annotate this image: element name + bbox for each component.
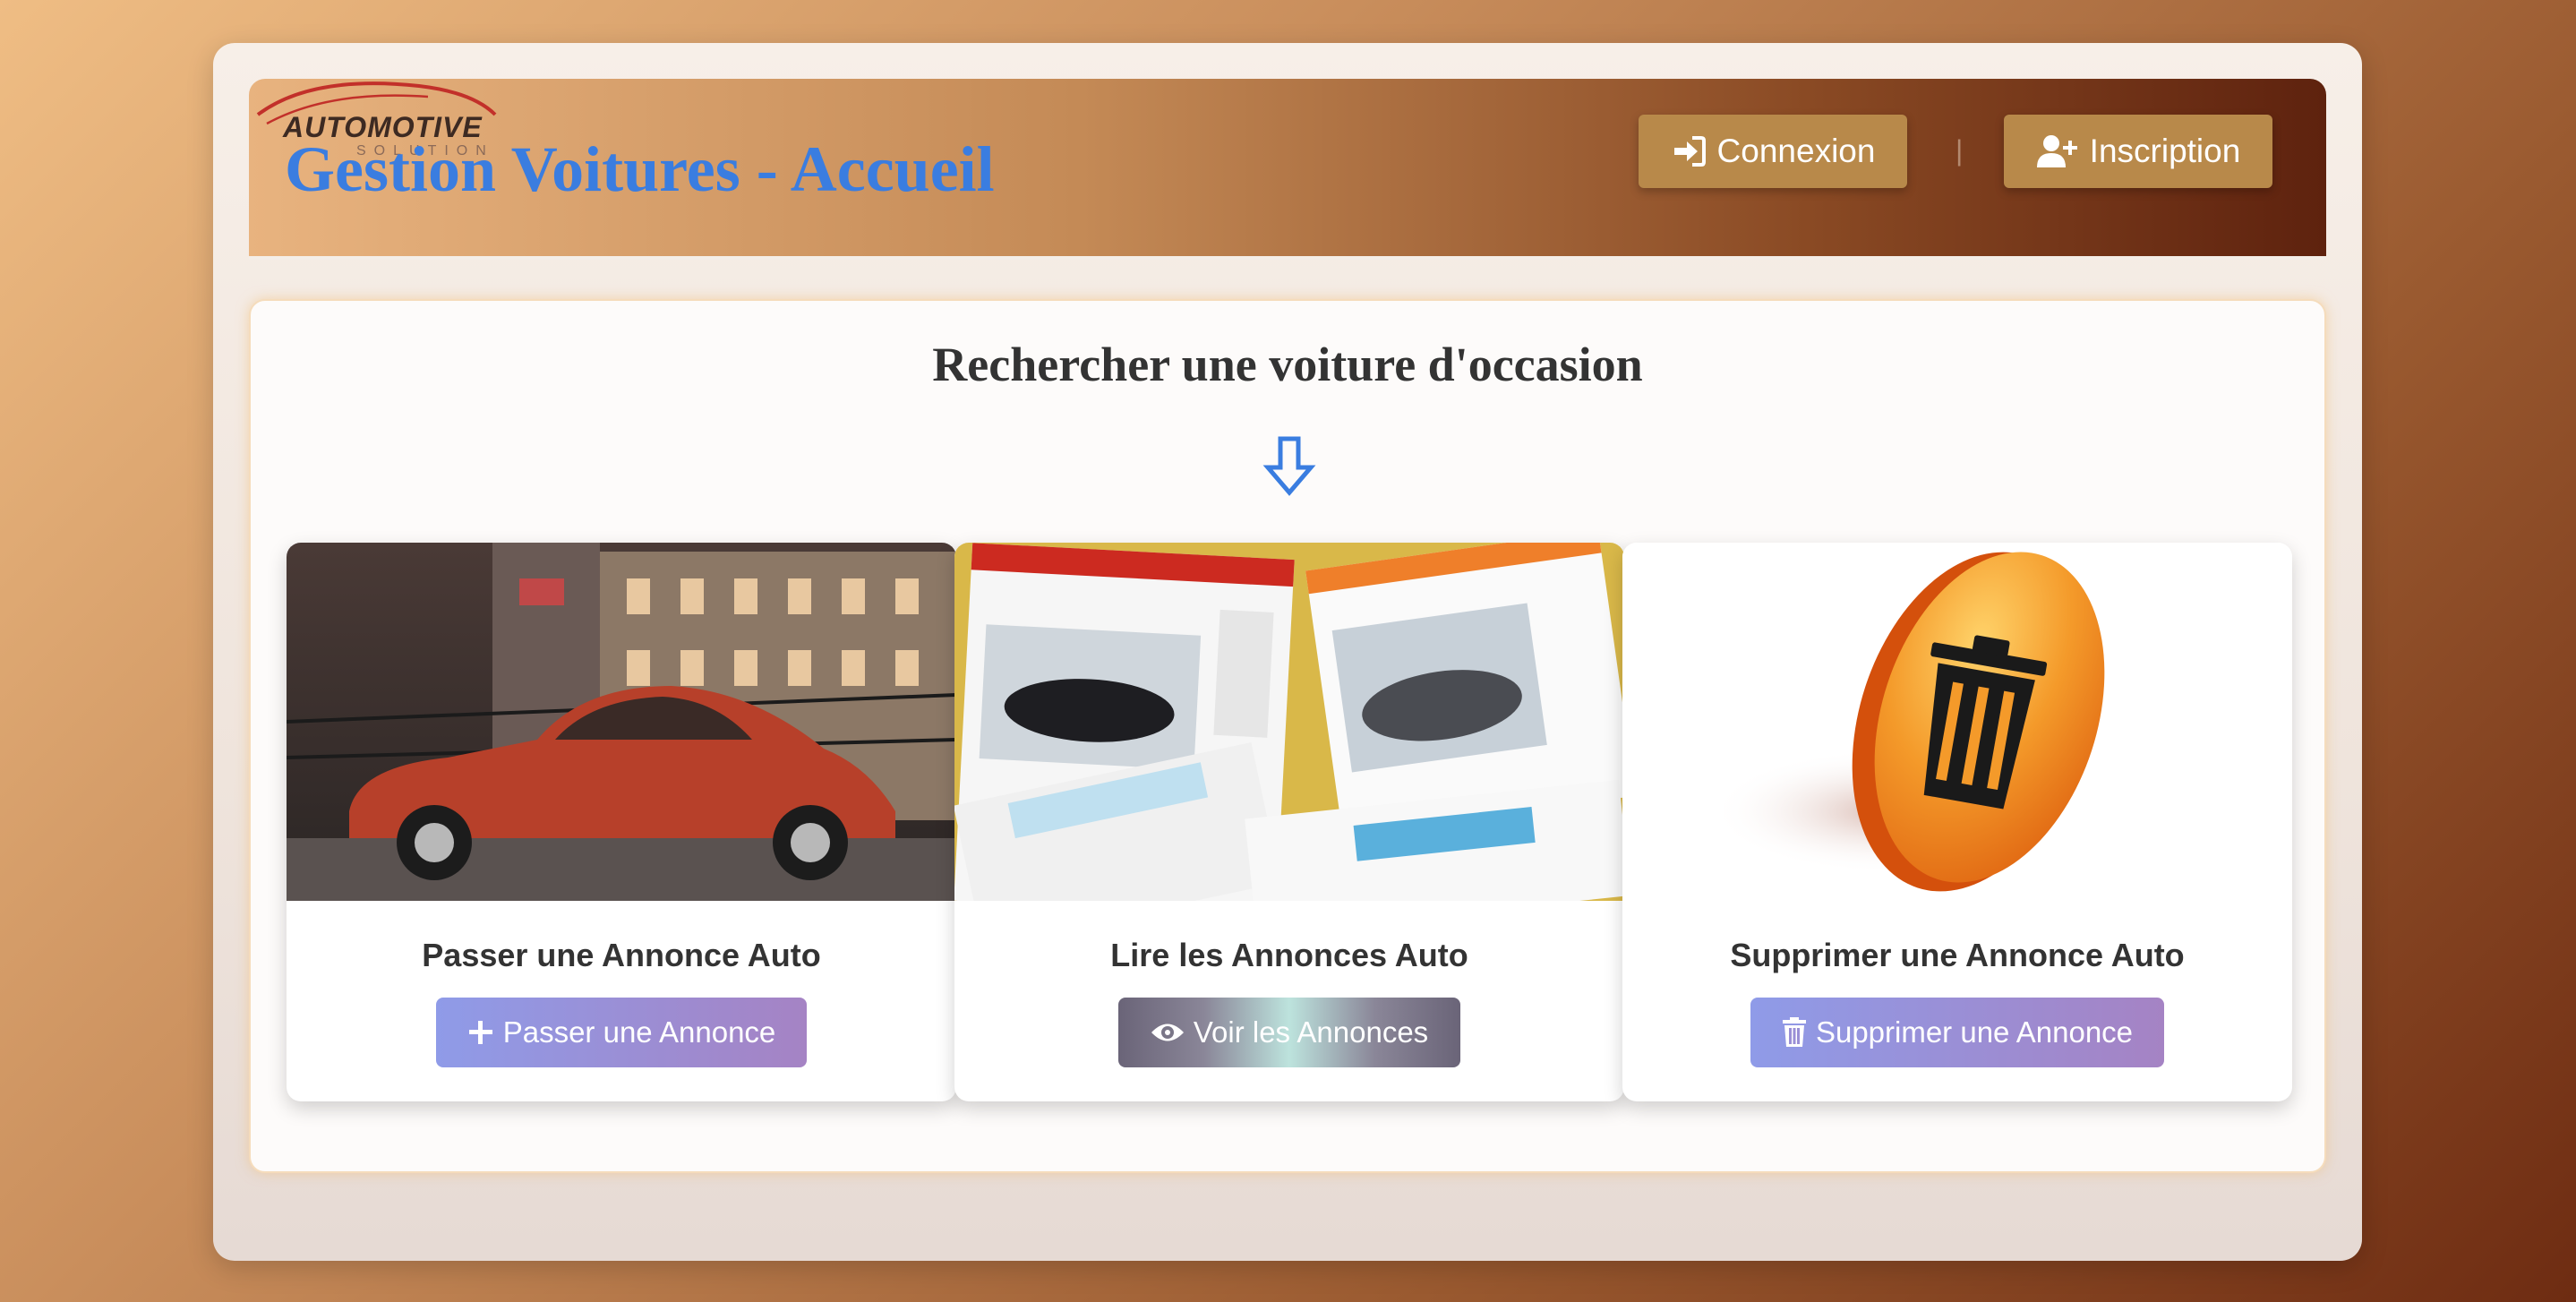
card-post-ad: Passer une Annonce Auto Passer une Annon… bbox=[287, 543, 956, 1101]
panel-title: Rechercher une voiture d'occasion bbox=[932, 338, 1643, 391]
delete-ad-button[interactable]: Supprimer une Annonce bbox=[1750, 998, 2164, 1067]
eye-icon bbox=[1151, 1021, 1185, 1044]
card-read-ads: Lire les Annonces Auto Voir les Annonces bbox=[954, 543, 1624, 1101]
view-ads-label: Voir les Annonces bbox=[1193, 1015, 1429, 1049]
login-button[interactable]: Connexion bbox=[1639, 115, 1907, 188]
signup-label: Inscription bbox=[2089, 133, 2241, 169]
card-title: Supprimer une Annonce Auto bbox=[1730, 937, 2185, 973]
view-ads-button[interactable]: Voir les Annonces bbox=[1118, 998, 1460, 1067]
post-ad-label: Passer une Annonce bbox=[502, 1015, 776, 1049]
card-image-red-car bbox=[287, 543, 956, 901]
card-delete-ad: Supprimer une Annonce Auto Supprimer une… bbox=[1622, 543, 2292, 1101]
login-label: Connexion bbox=[1716, 133, 1876, 169]
page-title: Gestion Voitures - Accueil bbox=[285, 133, 995, 205]
card-image-listings-collage bbox=[954, 543, 1624, 901]
plus-icon bbox=[467, 1019, 494, 1046]
sign-in-icon bbox=[1671, 135, 1707, 167]
signup-button[interactable]: Inscription bbox=[2004, 115, 2272, 188]
trash-icon bbox=[1782, 1017, 1807, 1048]
header-bar: AUTOMOTIVE SOLUTION Gestion Voitures - A… bbox=[249, 79, 2326, 260]
nav-separator: | bbox=[1956, 134, 1964, 167]
card-title: Passer une Annonce Auto bbox=[422, 937, 821, 973]
post-ad-button[interactable]: Passer une Annonce bbox=[436, 998, 807, 1067]
arrow-down-icon bbox=[1262, 436, 1316, 496]
delete-ad-label: Supprimer une Annonce bbox=[1815, 1015, 2134, 1049]
page-container: AUTOMOTIVE SOLUTION Gestion Voitures - A… bbox=[213, 43, 2362, 1261]
user-plus-icon bbox=[2036, 133, 2079, 169]
card-image-trash-coin bbox=[1622, 543, 2292, 901]
search-panel: Rechercher une voiture d'occasion Passer… bbox=[249, 299, 2326, 1173]
card-title: Lire les Annonces Auto bbox=[1110, 937, 1468, 973]
